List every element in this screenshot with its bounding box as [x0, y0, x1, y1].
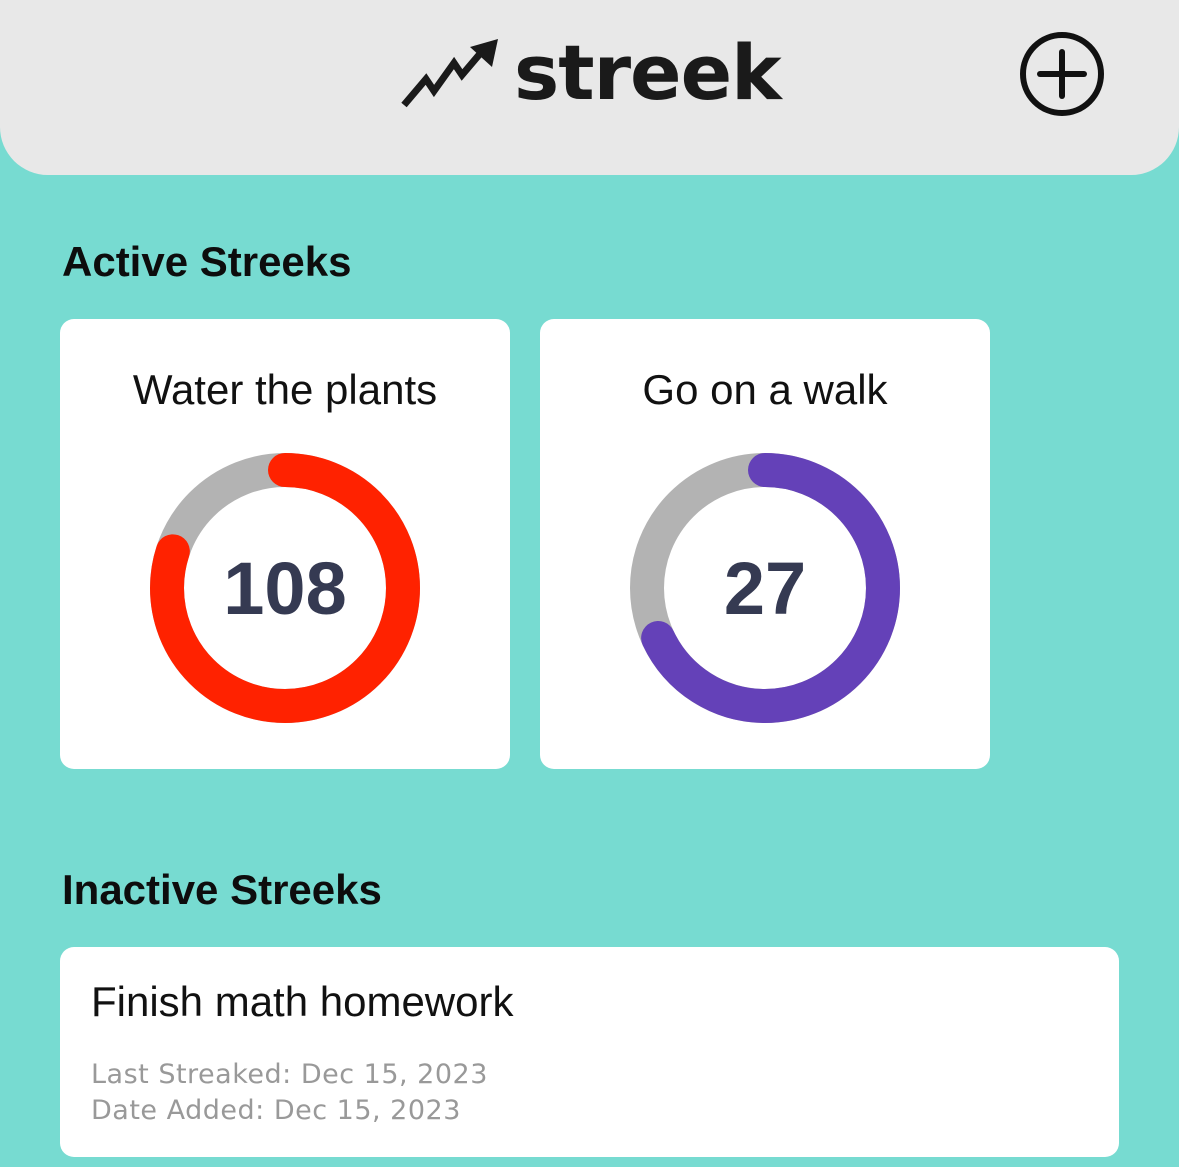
- streak-progress-ring: 108: [150, 453, 420, 723]
- streak-title: Water the plants: [132, 366, 438, 413]
- trending-arrow-icon: [401, 39, 498, 108]
- app-logo: streek: [398, 28, 782, 118]
- inactive-streaks-heading: Inactive Streeks: [62, 866, 382, 913]
- streak-progress-ring: 27: [630, 453, 900, 723]
- streak-card-water-the-plants[interactable]: Water the plants 108: [60, 319, 510, 769]
- streak-title: Go on a walk: [642, 366, 888, 413]
- add-streak-button[interactable]: [1018, 30, 1106, 118]
- streak-count: 27: [723, 546, 807, 630]
- last-streaked-date: Last Streaked: Dec 15, 2023: [91, 1059, 488, 1090]
- app-name: streek: [514, 28, 782, 117]
- inactive-streak-title: Finish math homework: [91, 978, 514, 1025]
- date-added: Date Added: Dec 15, 2023: [91, 1095, 461, 1126]
- active-streaks-heading: Active Streeks: [62, 238, 352, 285]
- app-header: streek: [0, 0, 1179, 175]
- streak-card-go-on-a-walk[interactable]: Go on a walk 27: [540, 319, 990, 769]
- plus-circle-icon: [1020, 32, 1104, 116]
- streak-count: 108: [223, 546, 347, 630]
